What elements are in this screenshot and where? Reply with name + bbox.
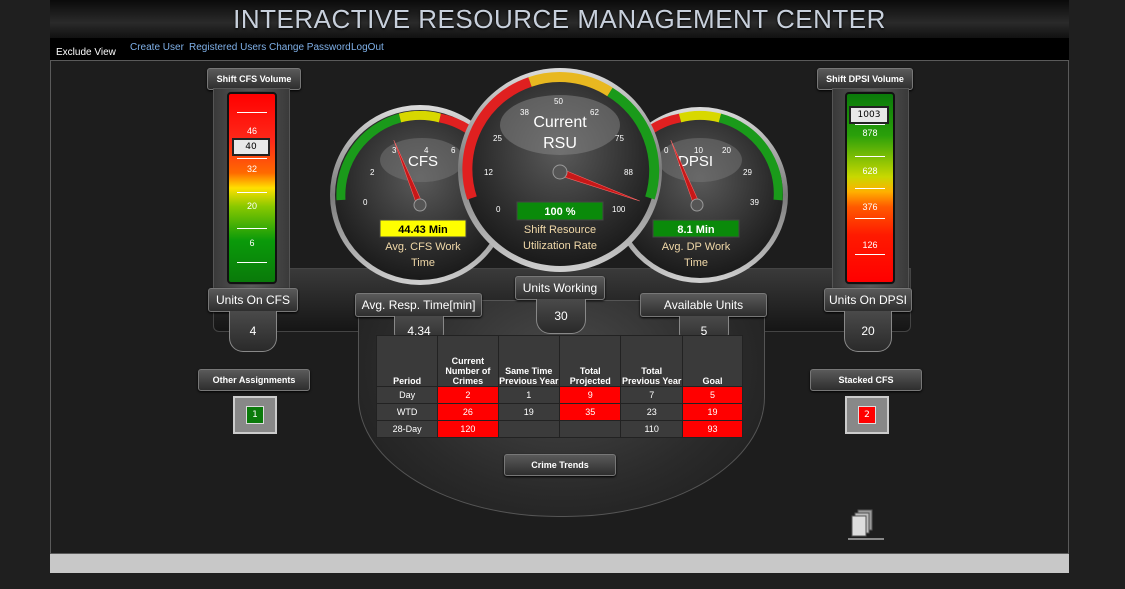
stacked-cfs-button[interactable]: Stacked CFS (810, 369, 922, 391)
dpsi-tick-label: 20 (722, 146, 731, 155)
cell: 93 (681, 420, 744, 438)
cell: Day (375, 386, 439, 404)
stacked-cfs-chip[interactable]: 2 (845, 396, 889, 434)
table-row: Day 2 1 9 7 5 (375, 386, 744, 404)
cell: 2 (437, 386, 499, 404)
other-assignments-count: 1 (246, 406, 264, 424)
col-header: Total Projected (558, 335, 622, 387)
cell: 110 (620, 420, 683, 438)
documents-icon[interactable] (848, 508, 886, 542)
dpsi-tick-label: 29 (743, 168, 752, 177)
available-units-label: Available Units (640, 293, 767, 317)
cell: 26 (437, 403, 499, 421)
table-row: 28-Day 120 110 93 (375, 420, 744, 438)
cell: 19 (681, 403, 744, 421)
cfs-gauge-arc-yellow (398, 110, 442, 123)
other-assignments-chip[interactable]: 1 (233, 396, 277, 434)
rsu-tick-label: 62 (590, 108, 599, 117)
dpsi-caption-line2: Time (684, 257, 708, 269)
cfs-tick-label: 2 (370, 168, 375, 177)
cell: WTD (375, 403, 439, 421)
table-row: WTD 26 19 35 23 19 (375, 403, 744, 421)
cell: 19 (497, 403, 560, 421)
cell: 23 (620, 403, 683, 421)
col-header: Current Number of Crimes (437, 335, 499, 387)
dpsi-tick-label: 0 (664, 146, 669, 155)
rsu-value: 100 % (544, 206, 575, 218)
cfs-gauge-title: CFS (408, 153, 438, 170)
rsu-tick-label: 50 (554, 97, 563, 106)
units-on-cfs-value: 4 (229, 311, 277, 352)
rsu-tick-label: 88 (624, 168, 633, 177)
cell: 1 (497, 386, 560, 404)
col-header: Same Time Previous Year (497, 335, 560, 387)
rsu-tick-label: 0 (496, 205, 501, 214)
cell (497, 420, 560, 438)
dpsi-tick-label: 39 (750, 198, 759, 207)
units-on-cfs-label: Units On CFS (208, 288, 298, 312)
crime-trends-button[interactable]: Crime Trends (504, 454, 616, 476)
cfs-caption-line1: Avg. CFS Work (385, 241, 461, 253)
rsu-tick-label: 75 (615, 134, 624, 143)
rsu-gauge: 0 12 25 38 50 62 75 88 100 Current RSU 1… (458, 68, 662, 272)
cell: 120 (437, 420, 499, 438)
dpsi-caption-line1: Avg. DP Work (662, 241, 731, 253)
rsu-gauge-hub (552, 164, 568, 180)
rsu-tick-label: 25 (493, 134, 502, 143)
units-working-label: Units Working (515, 276, 605, 300)
rsu-tick-label: 100 (612, 205, 626, 214)
stacked-cfs-count: 2 (858, 406, 876, 424)
cell (558, 420, 622, 438)
units-on-dpsi-label: Units On DPSI (824, 288, 912, 312)
avg-resp-time-label: Avg. Resp. Time[min] (355, 293, 482, 317)
dpsi-gauge-hub (690, 198, 704, 212)
rsu-caption-line1: Shift Resource (524, 224, 596, 236)
cfs-gauge-hub (413, 198, 427, 212)
dpsi-gauge-arc-yellow (678, 110, 722, 123)
col-header: Period (375, 335, 439, 387)
other-assignments-button[interactable]: Other Assignments (198, 369, 310, 391)
rsu-gauge-title-line1: Current (533, 114, 587, 131)
rsu-tick-label: 12 (484, 168, 493, 177)
rsu-tick-label: 38 (520, 108, 529, 117)
cell: 28-Day (375, 420, 439, 438)
crime-stats-table: Period Current Number of Crimes Same Tim… (375, 335, 744, 438)
cell: 5 (681, 386, 744, 404)
cell: 9 (558, 386, 622, 404)
dpsi-value: 8.1 Min (677, 224, 715, 236)
col-header: Goal (681, 335, 744, 387)
units-working-value: 30 (536, 299, 586, 334)
col-header: Total Previous Year (620, 335, 683, 387)
cfs-tick-label: 6 (451, 146, 456, 155)
units-on-dpsi-value: 20 (844, 311, 892, 352)
cell: 7 (620, 386, 683, 404)
cfs-value: 44.43 Min (398, 224, 448, 236)
rsu-gauge-title-line2: RSU (543, 135, 577, 152)
table-header-row: Period Current Number of Crimes Same Tim… (375, 335, 744, 387)
cfs-tick-label: 0 (363, 198, 368, 207)
cfs-caption-line2: Time (411, 257, 435, 269)
rsu-caption-line2: Utilization Rate (523, 240, 597, 252)
cell: 35 (558, 403, 622, 421)
